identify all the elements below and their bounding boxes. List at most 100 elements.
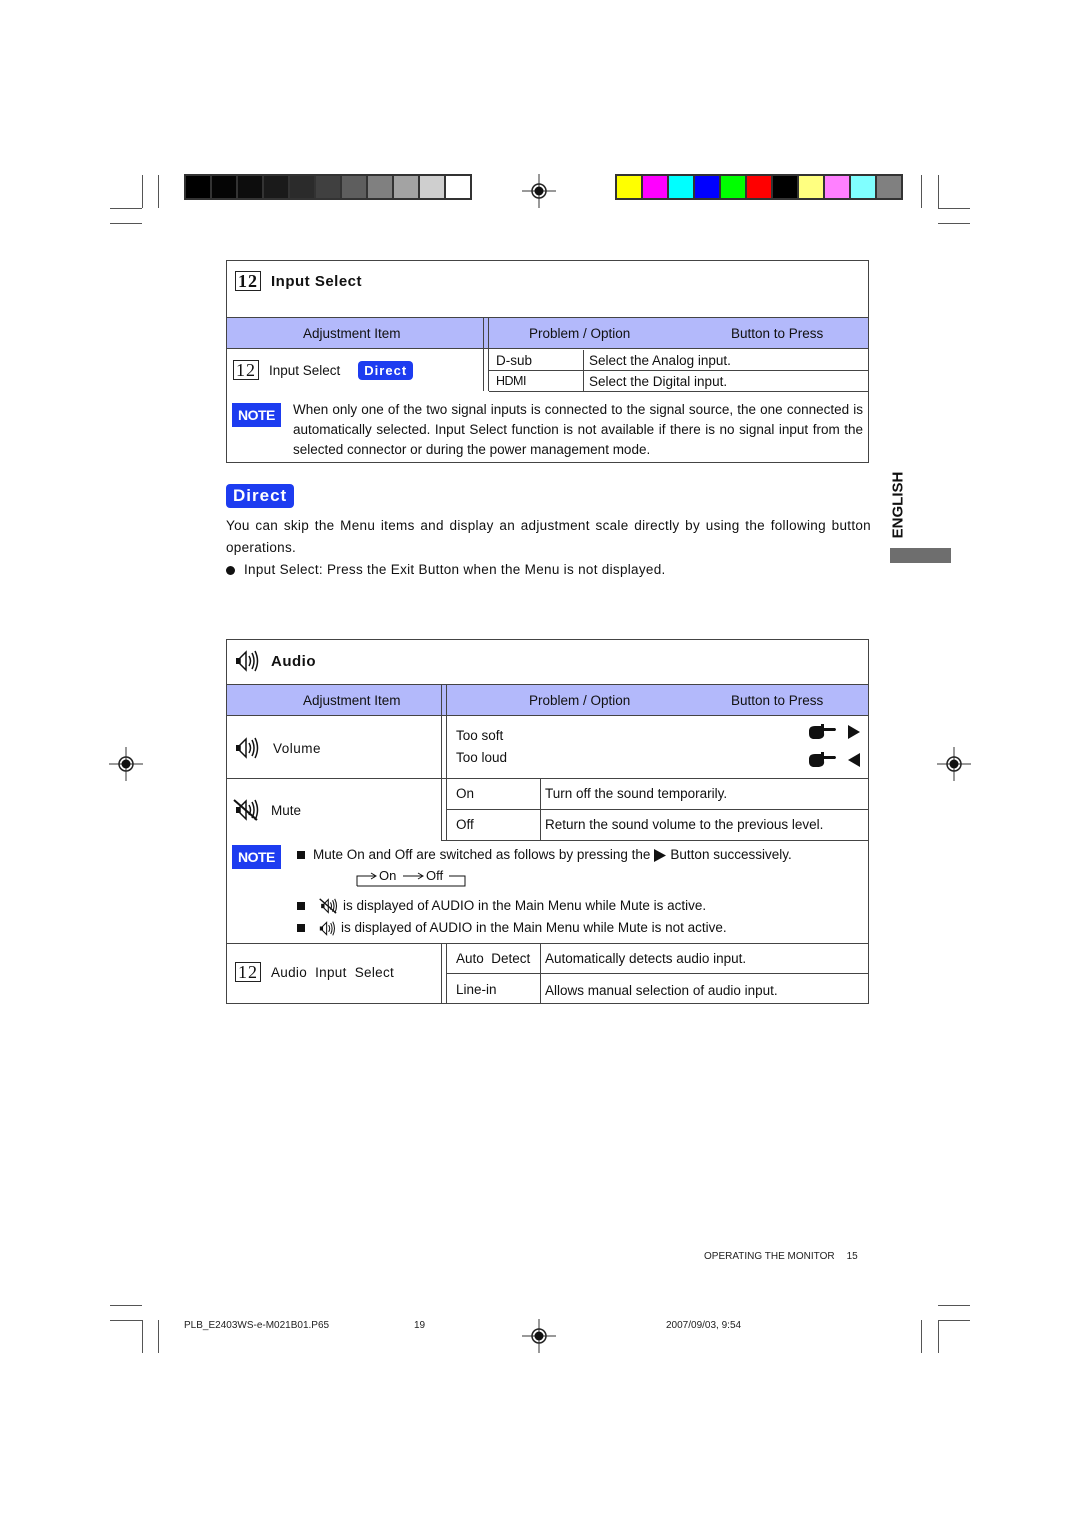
header-problem-option: Problem / Option (529, 326, 631, 341)
calibration-swatch (773, 176, 797, 198)
color-calibration-bar (615, 174, 903, 200)
table-header: Adjustment Item Problem / Option Button … (227, 317, 868, 349)
crop-mark (938, 1320, 970, 1321)
registration-mark-icon (522, 1319, 556, 1353)
speaker-muted-icon (233, 799, 261, 821)
crop-mark (142, 1320, 143, 1353)
crop-mark (110, 1305, 142, 1306)
calibration-swatch (238, 176, 262, 198)
registration-mark-icon (109, 747, 143, 781)
note-line: Mute On and Off are switched as follows … (297, 845, 857, 865)
crop-mark (921, 175, 922, 208)
calibration-swatch (290, 176, 314, 198)
calibration-swatch (851, 176, 875, 198)
note-badge: NOTE (232, 845, 281, 869)
row-divider (447, 809, 868, 810)
note-text: is displayed of AUDIO in the Main Menu w… (343, 898, 707, 913)
volume-label: Volume (273, 740, 322, 756)
mute-cycle-diagram: On Off (355, 868, 467, 888)
crop-mark (938, 1305, 970, 1306)
column-divider (441, 684, 447, 840)
crop-mark (938, 208, 970, 209)
section-title: Input Select (271, 272, 363, 290)
audio-heading: Audio (235, 650, 316, 672)
column-divider (483, 317, 489, 391)
note-badge: NOTE (232, 403, 281, 427)
right-arrow-icon (654, 848, 667, 862)
option-description: Turn off the sound temporarily. (545, 786, 728, 801)
calibration-swatch (420, 176, 444, 198)
audio-input-select-row: 12 Audio Input Select (235, 962, 394, 982)
language-tab-marker (890, 548, 951, 563)
print-filename: PLB_E2403WS-e-M021B01.P65 (184, 1320, 330, 1331)
calibration-swatch (695, 176, 719, 198)
speaker-muted-icon (319, 898, 339, 914)
row-divider (447, 973, 868, 974)
option-auto-detect: Auto Detect (456, 951, 531, 966)
calibration-swatch (617, 176, 641, 198)
direct-heading-badge: Direct (226, 484, 295, 508)
volume-up-button-hint (807, 723, 861, 741)
row-divider (489, 391, 868, 392)
row-label: Input Select (269, 362, 341, 378)
calibration-swatch (342, 176, 366, 198)
cycle-off: Off (426, 868, 444, 883)
calibration-swatch (264, 176, 288, 198)
note-text: Button successively. (670, 847, 792, 862)
note-line: is displayed of AUDIO in the Main Menu w… (297, 918, 727, 938)
note-text: Mute On and Off are switched as follows … (313, 847, 651, 862)
note-text: When only one of the two signal inputs i… (293, 402, 863, 457)
calibration-swatch (799, 176, 823, 198)
option-off: Off (456, 817, 474, 832)
crop-mark (158, 1320, 159, 1353)
header-adjustment-item: Adjustment Item (303, 326, 401, 341)
registration-mark-icon (522, 174, 556, 208)
table-row: 12 Input Select Direct (233, 360, 414, 380)
pointing-hand-icon (807, 723, 837, 741)
crop-mark (938, 223, 970, 224)
crop-mark (938, 175, 939, 208)
calibration-swatch (721, 176, 745, 198)
input-select-section: 12 Input Select Adjustment Item Problem … (226, 260, 869, 463)
calibration-swatch (669, 176, 693, 198)
bullet-text: Input Select: Press the Exit Button when… (244, 562, 666, 577)
option-description: Return the sound volume to the previous … (545, 817, 824, 832)
language-tab: ENGLISH (886, 470, 910, 540)
calibration-swatch (368, 176, 392, 198)
audio-input-number-icon: 12 (235, 962, 261, 982)
bullet-icon (226, 565, 235, 575)
audio-section: Audio Adjustment Item Problem / Option B… (226, 639, 869, 1004)
calibration-swatch (186, 176, 210, 198)
direct-description: You can skip the Menu items and display … (226, 518, 871, 555)
print-sheet-number: 19 (414, 1320, 426, 1331)
volume-down-button-hint (807, 751, 861, 769)
input-select-number-icon: 12 (233, 360, 259, 380)
cycle-on: On (379, 868, 397, 883)
row-divider (489, 370, 868, 371)
square-bullet-icon (297, 851, 305, 859)
option-description: Select the Analog input. (589, 353, 731, 368)
right-arrow-icon (847, 725, 861, 739)
square-bullet-icon (297, 902, 305, 910)
note-line: is displayed of AUDIO in the Main Menu w… (297, 896, 706, 916)
mute-row: Mute (233, 799, 301, 821)
speaker-icon (235, 650, 261, 672)
pointing-hand-icon (807, 751, 837, 769)
speaker-icon (235, 737, 261, 759)
speaker-icon (319, 920, 337, 936)
print-datetime: 2007/09/03, 9:54 (666, 1320, 742, 1331)
table-header: Adjustment Item Problem / Option Button … (227, 684, 868, 716)
calibration-swatch (446, 176, 470, 198)
note-text: is displayed of AUDIO in the Main Menu w… (341, 920, 727, 935)
page-number: 15 (846, 1251, 858, 1262)
crop-mark (938, 1320, 939, 1353)
header-button-to-press: Button to Press (731, 693, 824, 708)
input-select-number-icon: 12 (235, 271, 261, 291)
volume-row: Volume (235, 737, 321, 759)
calibration-swatch (643, 176, 667, 198)
crop-mark (142, 175, 143, 208)
input-select-heading: 12 Input Select (235, 271, 362, 291)
crop-mark (110, 1320, 142, 1321)
section-title: Audio (271, 652, 316, 670)
mute-label: Mute (271, 802, 302, 818)
